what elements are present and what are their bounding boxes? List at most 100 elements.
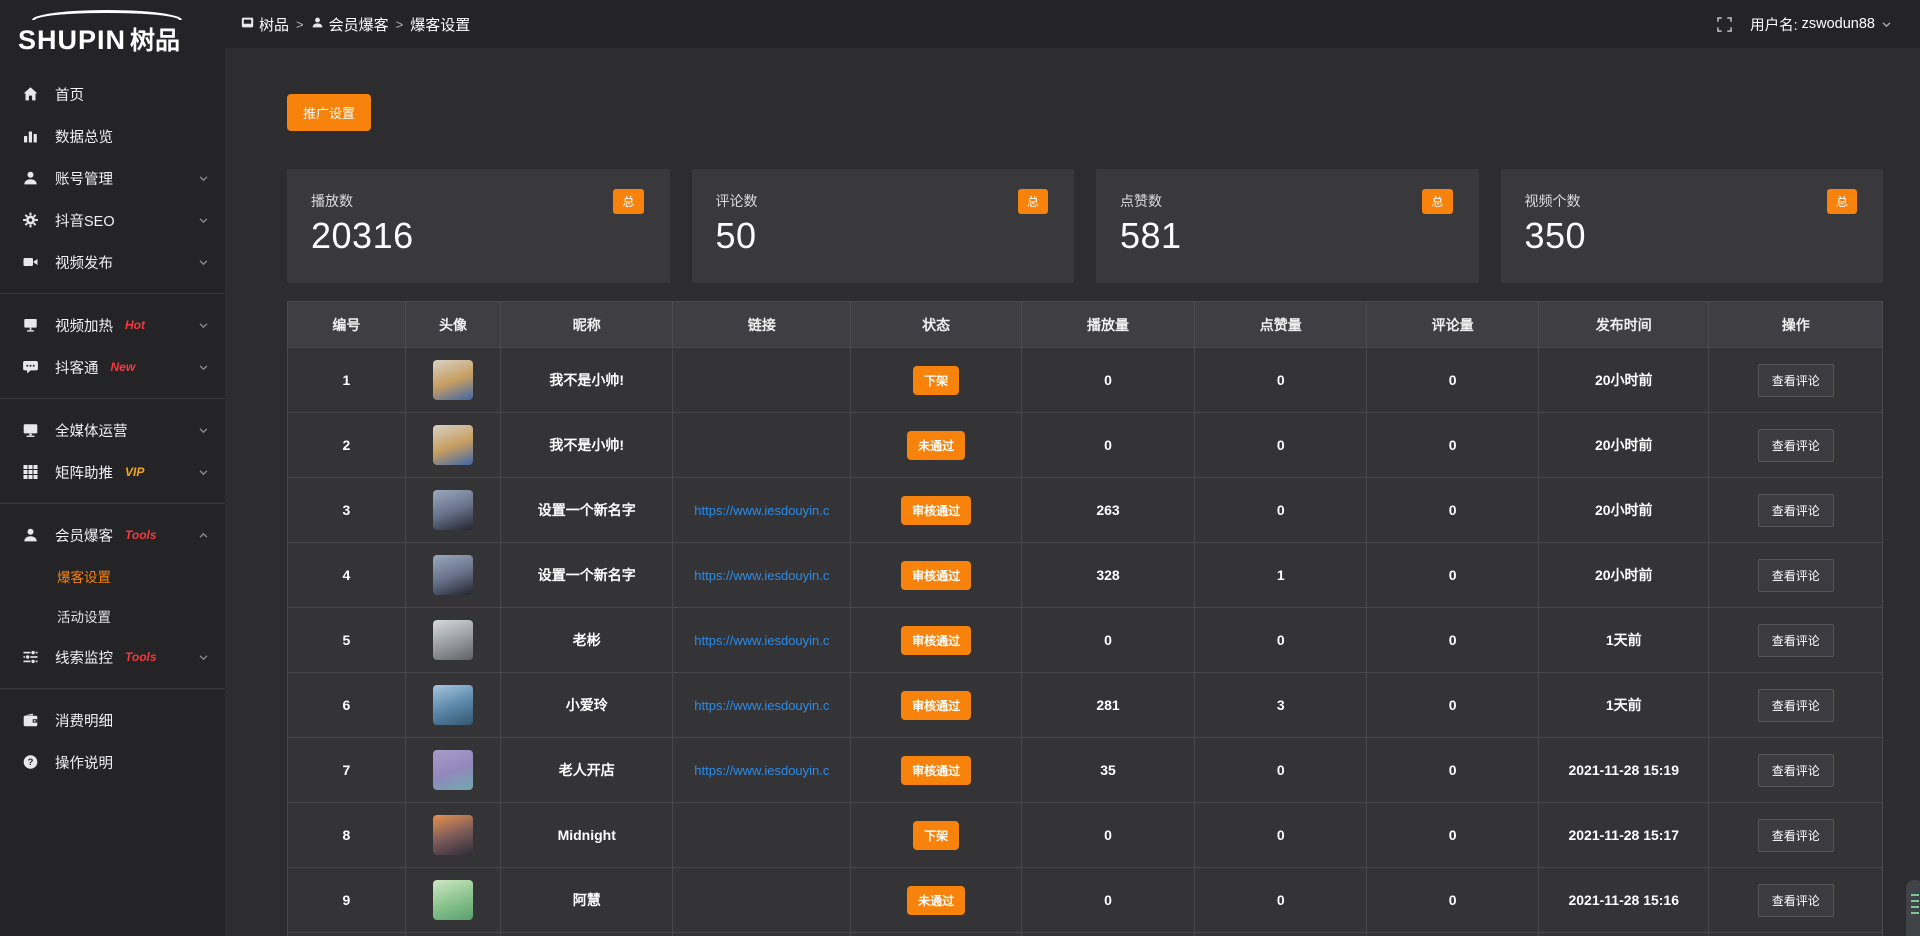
cell-nickname: 设置一个新名字 [501,543,673,608]
view-comments-button[interactable]: 查看评论 [1758,364,1834,397]
sidebar-divider [0,293,225,294]
sidebar-item-label: 消费明细 [55,710,113,731]
view-comments-button[interactable]: 查看评论 [1758,884,1834,917]
sidebar-item-douketong[interactable]: 抖客通New [0,346,225,388]
cell-plays: 0 [1021,608,1195,673]
view-comments-button[interactable]: 查看评论 [1758,494,1834,527]
cell-link: https://www.iesdouyin.c [673,738,851,803]
bar-chart-icon [22,128,40,144]
video-link[interactable]: https://www.iesdouyin.c [673,568,850,583]
status-badge: 审核通过 [901,496,971,525]
screen-icon [22,317,40,333]
sidebar-item-member-baoke[interactable]: 会员爆客Tools [0,514,225,556]
avatar [433,685,473,725]
fullscreen-icon[interactable] [1717,17,1732,32]
stat-value: 50 [716,215,1051,257]
breadcrumb-separator: > [396,17,404,32]
cell-action: 查看评论 [1709,673,1883,738]
stat-label: 视频个数 [1525,191,1860,211]
cell-nickname: 老彬 [501,608,673,673]
table-body: 1我不是小帅!下架00020小时前查看评论2我不是小帅!未通过00020小时前查… [288,348,1883,936]
column-header: 链接 [673,302,851,348]
sidebar-item-clue-monitor[interactable]: 线索监控Tools [0,636,225,678]
video-link[interactable]: https://www.iesdouyin.c [673,503,850,518]
sidebar-subitem-activity-settings[interactable]: 活动设置 [0,596,225,636]
sidebar-item-label: 视频发布 [55,252,113,273]
column-header: 头像 [405,302,501,348]
sidebar-subitem-baoke-settings[interactable]: 爆客设置 [0,556,225,596]
view-comments-button[interactable]: 查看评论 [1758,754,1834,787]
cell-action: 查看评论 [1709,348,1883,413]
breadcrumb-label: 树品 [259,14,289,35]
sidebar: SHUPIN 树品 首页数据总览账号管理抖音SEO视频发布视频加热Hot抖客通N… [0,0,225,936]
right-edge-widget[interactable] [1906,880,1920,936]
monitor-icon [22,422,40,438]
cell-link: https://www.iesdouyin.c [673,673,851,738]
promo-settings-button[interactable]: 推广设置 [287,94,371,131]
user-menu[interactable]: 用户名: zswodun88 [1750,14,1892,35]
sidebar-item-matrix-boost[interactable]: 矩阵助推VIP [0,451,225,493]
cell-nickname: 我不是小帅! [501,413,673,478]
video-link[interactable]: https://www.iesdouyin.c [673,633,850,648]
sidebar-item-account-management[interactable]: 账号管理 [0,157,225,199]
status-badge: 审核通过 [901,561,971,590]
cell-avatar [405,738,501,803]
chevron-up-icon [198,530,209,541]
cell-plays: 0 [1021,868,1195,933]
stat-label: 点赞数 [1120,191,1455,211]
cell-action: 查看评论 [1709,478,1883,543]
view-comments-button[interactable]: 查看评论 [1758,819,1834,852]
chat-icon [22,359,40,375]
cell-status: 未通过 [851,413,1021,478]
chevron-down-icon [198,257,209,268]
avatar [433,360,473,400]
cell-action [1709,933,1883,936]
cell-status: 审核通过 [851,608,1021,673]
cell-link: https://www.iesdouyin.c [673,478,851,543]
cell-comments: 0 [1367,413,1539,478]
view-comments-button[interactable]: 查看评论 [1758,689,1834,722]
cell-avatar [405,933,501,936]
sidebar-item-video-publish[interactable]: 视频发布 [0,241,225,283]
sidebar-item-label: 抖客通 [55,357,99,378]
help-icon: ? [22,754,40,770]
avatar [433,490,473,530]
cell-id: 6 [288,673,406,738]
table-row: 8Midnight下架0002021-11-28 15:17查看评论 [288,803,1883,868]
app-root: SHUPIN 树品 首页数据总览账号管理抖音SEO视频发布视频加热Hot抖客通N… [0,0,1920,936]
table-row: 9阿慧未通过0002021-11-28 15:16查看评论 [288,868,1883,933]
sidebar-item-consumption-detail[interactable]: 消费明细 [0,699,225,741]
video-link[interactable]: https://www.iesdouyin.c [673,763,850,778]
sliders-icon [22,649,40,665]
sidebar-item-omnimedia-operation[interactable]: 全媒体运营 [0,409,225,451]
cell-plays: 0 [1021,348,1195,413]
view-comments-button[interactable]: 查看评论 [1758,429,1834,462]
cell-likes: 3 [1195,673,1367,738]
cell-id: 5 [288,608,406,673]
breadcrumb-item-member[interactable]: 会员爆客 [311,14,389,35]
video-link[interactable]: https://www.iesdouyin.c [673,698,850,713]
status-badge: 下架 [913,821,959,850]
view-comments-button[interactable]: 查看评论 [1758,624,1834,657]
sidebar-item-data-overview[interactable]: 数据总览 [0,115,225,157]
chevron-down-icon [198,362,209,373]
status-badge: 未通过 [907,886,965,915]
sidebar-item-operation-guide[interactable]: ? 操作说明 [0,741,225,783]
topbar: 树品 > 会员爆客 > 爆客设置 [225,0,1920,48]
sidebar-item-label: 操作说明 [55,752,113,773]
cell-status: 下架 [851,803,1021,868]
sidebar-item-home[interactable]: 首页 [0,73,225,115]
sidebar-item-video-heating[interactable]: 视频加热Hot [0,304,225,346]
cell-id: 7 [288,738,406,803]
cell-comments: 0 [1367,673,1539,738]
cell-status: 审核通过 [851,673,1021,738]
sidebar-item-label: 矩阵助推 [55,462,113,483]
table-row: 4设置一个新名字https://www.iesdouyin.c审核通过32810… [288,543,1883,608]
table-row: 1我不是小帅!下架00020小时前查看评论 [288,348,1883,413]
breadcrumb-item-home[interactable]: 树品 [241,14,289,35]
view-comments-button[interactable]: 查看评论 [1758,559,1834,592]
sidebar-item-tag: Tools [125,528,157,542]
sidebar-item-douyin-seo[interactable]: 抖音SEO [0,199,225,241]
cell-action: 查看评论 [1709,868,1883,933]
breadcrumb-label: 会员爆客 [329,14,389,35]
